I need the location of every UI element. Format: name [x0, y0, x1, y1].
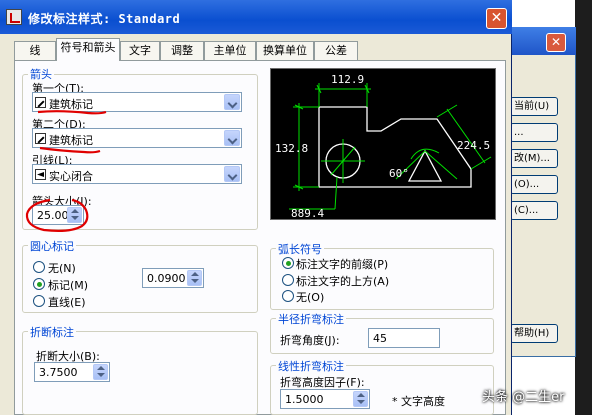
arrow-size-circle-mark: [25, 198, 89, 232]
tab-symbols-and-arrows[interactable]: 符号和箭头: [56, 38, 120, 61]
first-arrow-underline-mark: [37, 110, 107, 115]
second-arrow-underline-mark: [39, 146, 101, 154]
red-annotation-overlay: [25, 53, 119, 232]
watermark: 头条 @二生er: [482, 390, 565, 405]
